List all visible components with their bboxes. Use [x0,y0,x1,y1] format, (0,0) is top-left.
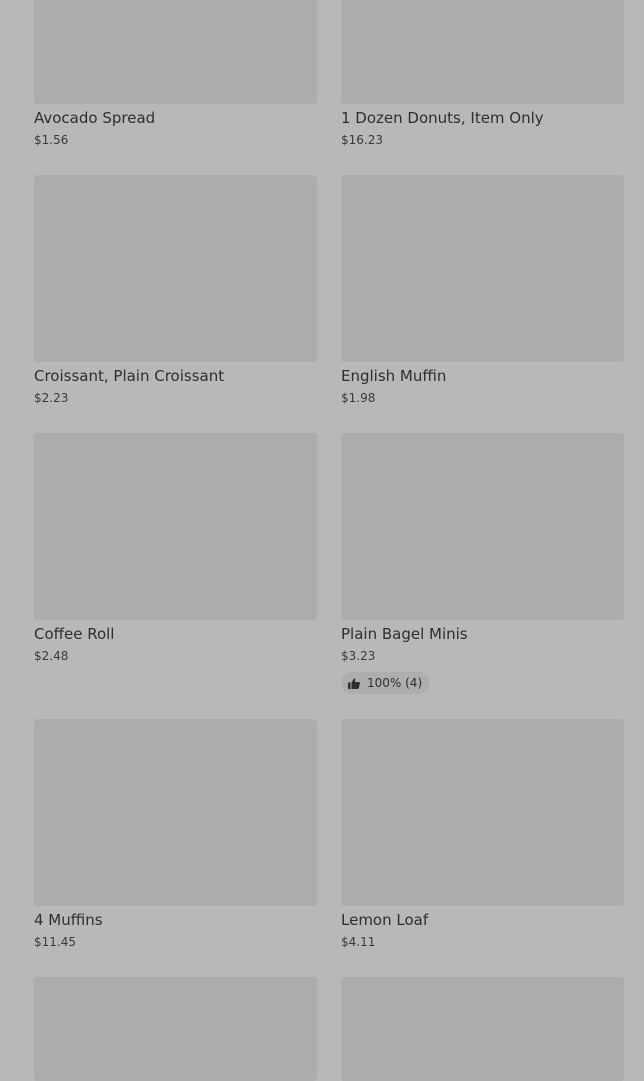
product-card[interactable]: Coffee Roll $2.48 [34,433,317,663]
product-card[interactable]: Croissant, Plain Croissant $2.23 [34,175,317,405]
product-image[interactable] [34,719,317,906]
thumbs-up-icon [348,677,360,689]
product-card[interactable]: English Muffin $1.98 [341,175,624,405]
product-card[interactable]: 4 Muffins $11.45 [34,719,317,949]
product-card[interactable]: 1 Dozen Donuts, Item Only $16.23 [341,0,624,147]
product-price: $2.48 [34,649,69,663]
product-price: $2.23 [34,391,69,405]
product-card[interactable] [34,977,317,1081]
product-name[interactable]: Lemon Loaf [341,911,624,929]
product-name[interactable]: Plain Bagel Minis [341,625,624,643]
product-image[interactable] [34,0,317,104]
product-image[interactable] [34,433,317,620]
product-price: $3.23 [341,649,376,663]
product-name[interactable]: Croissant, Plain Croissant [34,367,317,385]
rating-badge: 100% (4) [341,672,431,694]
product-image[interactable] [34,977,317,1081]
product-image[interactable] [341,175,624,362]
product-card[interactable]: Plain Bagel Minis $3.23 100% (4) [341,433,624,694]
product-image[interactable] [341,977,624,1081]
product-price: $11.45 [34,935,76,949]
product-name[interactable]: 1 Dozen Donuts, Item Only [341,109,624,127]
product-name[interactable]: English Muffin [341,367,624,385]
product-price: $16.23 [341,133,383,147]
product-price: $4.11 [341,935,376,949]
product-name[interactable]: Avocado Spread [34,109,317,127]
product-image[interactable] [341,719,624,906]
product-name[interactable]: 4 Muffins [34,911,317,929]
product-price: $1.56 [34,133,69,147]
product-card[interactable]: Avocado Spread $1.56 [34,0,317,147]
product-image[interactable] [34,175,317,362]
product-card[interactable] [341,977,624,1081]
product-card[interactable]: Lemon Loaf $4.11 [341,719,624,949]
rating-text: 100% (4) [367,676,423,690]
product-image[interactable] [341,0,624,104]
product-image[interactable] [341,433,624,620]
product-price: $1.98 [341,391,376,405]
product-name[interactable]: Coffee Roll [34,625,317,643]
